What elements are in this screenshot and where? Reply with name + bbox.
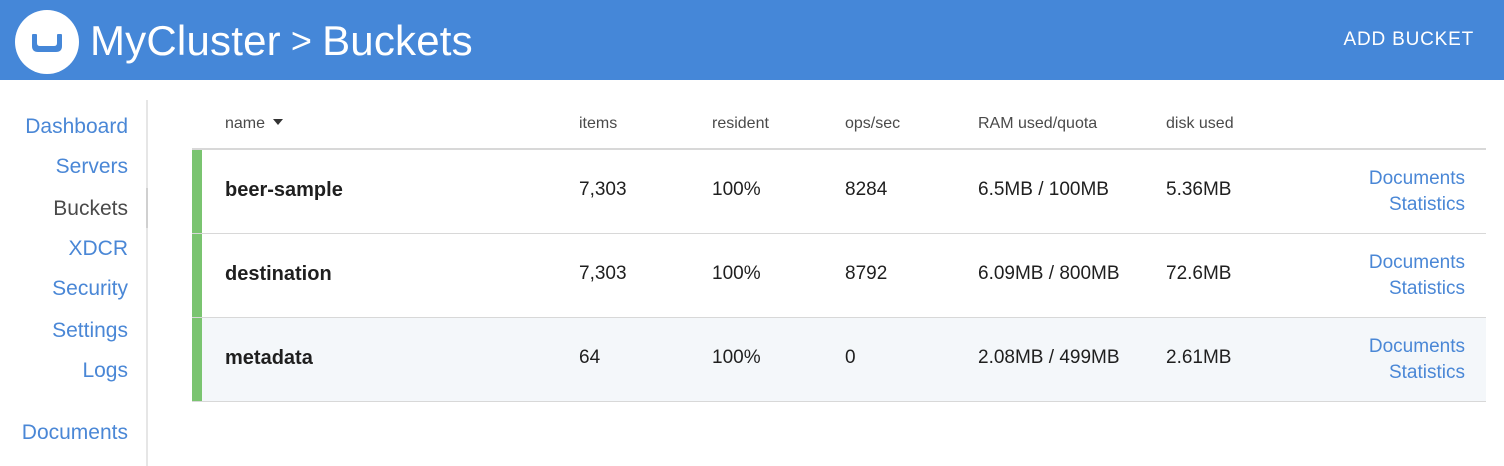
sidebar-active-indicator xyxy=(146,188,148,228)
add-bucket-button[interactable]: ADD BUCKET xyxy=(1344,28,1474,52)
bucket-disk: 5.36MB xyxy=(1166,179,1232,200)
bucket-ops: 0 xyxy=(845,347,856,368)
bucket-name[interactable]: beer-sample xyxy=(225,178,343,202)
sidebar-item-settings[interactable]: Settings xyxy=(52,318,128,344)
page-title: MyCluster > Buckets xyxy=(90,16,473,66)
bucket-items: 7,303 xyxy=(579,263,627,284)
table-row[interactable]: beer-sample 7,303 100% 8284 6.5MB / 100M… xyxy=(192,150,1486,234)
bucket-ops: 8284 xyxy=(845,179,888,200)
status-indicator xyxy=(192,234,202,317)
table-row[interactable]: destination 7,303 100% 8792 6.09MB / 800… xyxy=(192,234,1486,318)
sidebar: Dashboard Servers Buckets XDCR Security … xyxy=(0,100,148,466)
breadcrumb-separator-icon: > xyxy=(290,20,313,61)
bucket-ram: 6.5MB / 100MB xyxy=(978,179,1109,200)
documents-link[interactable]: Documents xyxy=(1369,166,1465,192)
column-header-items[interactable]: items xyxy=(579,114,617,134)
bucket-disk: 2.61MB xyxy=(1166,347,1232,368)
sidebar-item-buckets[interactable]: Buckets xyxy=(53,196,128,222)
documents-link[interactable]: Documents xyxy=(1369,250,1465,276)
statistics-link[interactable]: Statistics xyxy=(1369,360,1465,386)
statistics-link[interactable]: Statistics xyxy=(1369,192,1465,218)
row-actions: Documents Statistics xyxy=(1369,250,1465,302)
sidebar-item-security[interactable]: Security xyxy=(52,276,128,302)
bucket-resident: 100% xyxy=(712,347,761,368)
bucket-items: 64 xyxy=(579,347,601,368)
statistics-link[interactable]: Statistics xyxy=(1369,276,1465,302)
caret-down-icon xyxy=(273,118,284,125)
documents-link[interactable]: Documents xyxy=(1369,334,1465,360)
bucket-name[interactable]: destination xyxy=(225,262,332,286)
sidebar-item-documents[interactable]: Documents xyxy=(22,420,128,446)
bucket-resident: 100% xyxy=(712,179,761,200)
breadcrumb-cluster[interactable]: MyCluster xyxy=(90,16,281,66)
bucket-ops: 8792 xyxy=(845,263,888,284)
column-header-ops[interactable]: ops/sec xyxy=(845,114,900,134)
bucket-ram: 6.09MB / 800MB xyxy=(978,263,1120,284)
column-header-name[interactable]: name xyxy=(225,114,284,134)
column-header-disk[interactable]: disk used xyxy=(1166,114,1234,134)
column-header-resident[interactable]: resident xyxy=(712,114,769,134)
sidebar-item-logs[interactable]: Logs xyxy=(82,358,128,384)
couchbase-logo-icon[interactable] xyxy=(15,10,79,74)
sidebar-item-xdcr[interactable]: XDCR xyxy=(68,236,128,262)
table-row[interactable]: metadata 64 100% 0 2.08MB / 499MB 2.61MB… xyxy=(192,318,1486,402)
top-header: MyCluster > Buckets ADD BUCKET xyxy=(0,0,1504,80)
sidebar-item-dashboard[interactable]: Dashboard xyxy=(25,114,128,140)
status-indicator xyxy=(192,150,202,233)
column-header-name-label: name xyxy=(225,115,266,132)
sidebar-item-servers[interactable]: Servers xyxy=(56,154,128,180)
table-header: name items resident ops/sec RAM used/quo… xyxy=(192,100,1486,150)
bucket-disk: 72.6MB xyxy=(1166,263,1232,284)
status-indicator xyxy=(192,318,202,401)
row-actions: Documents Statistics xyxy=(1369,166,1465,218)
bucket-name[interactable]: metadata xyxy=(225,346,313,370)
bucket-ram: 2.08MB / 499MB xyxy=(978,347,1120,368)
bucket-items: 7,303 xyxy=(579,179,627,200)
couchbase-logo-svg xyxy=(32,34,62,52)
row-actions: Documents Statistics xyxy=(1369,334,1465,386)
column-header-ram[interactable]: RAM used/quota xyxy=(978,114,1097,134)
breadcrumb-page: Buckets xyxy=(322,17,473,64)
bucket-resident: 100% xyxy=(712,263,761,284)
